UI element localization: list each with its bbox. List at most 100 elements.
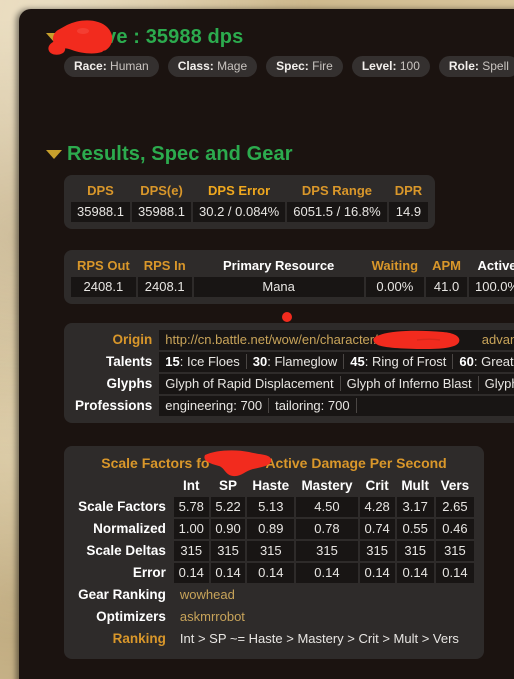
col-dps-e: DPS(e) — [140, 183, 183, 198]
cell-value: 5.78 — [173, 497, 209, 517]
col-mult: Mult — [401, 478, 430, 493]
table-row: 2408.1 2408.1 Mana 0.00% 41.0 100.0% 100… — [71, 277, 514, 297]
badge-spec[interactable]: Spec: Fire — [266, 56, 343, 77]
results-section-title: Results, Spec and Gear — [67, 143, 293, 165]
spec-and-gear-table: Origin http://cn.battle.net/wow/en/chara… — [64, 323, 514, 423]
value-ranking: Int > SP ~= Haste > Mastery > Crit > Mul… — [179, 631, 459, 646]
talent-tier: 15 — [165, 354, 180, 369]
cell-value: 0.90 — [210, 519, 246, 539]
val-rps-out: 2408.1 — [71, 277, 136, 297]
resource-summary-table: RPS Out RPS In Primary Resource Waiting … — [64, 250, 514, 304]
cell-value: 0.14 — [247, 563, 295, 583]
label-origin: Origin — [112, 332, 153, 347]
badge-level-key: Level: — [361, 59, 397, 73]
val-dps-error: 30.2 / 0.084% — [193, 202, 286, 222]
badge-level[interactable]: Level: 100 — [351, 56, 430, 77]
val-rps-in: 2408.1 — [137, 277, 192, 297]
cell-value: 4.28 — [359, 497, 395, 517]
val-dpr: 14.9 — [388, 202, 429, 222]
badge-class-key: Class: — [177, 59, 214, 73]
value-professions: engineering: 700 tailoring: 700 — [159, 396, 514, 416]
cell-value: 315 — [296, 541, 358, 561]
cell-value: 2.65 — [435, 497, 474, 517]
talent-item: 60: Greater I — [453, 354, 514, 369]
cell-value: 0.14 — [359, 563, 395, 583]
badge-class[interactable]: Class: Mage — [167, 56, 258, 77]
val-active: 100.0% — [468, 277, 514, 297]
cell-value: 3.17 — [396, 497, 434, 517]
talent-item: 30: Flameglow — [247, 354, 345, 369]
profession-item: tailoring: 700 — [269, 398, 357, 413]
results-section-header[interactable]: Results, Spec and Gear — [46, 143, 293, 166]
cell-value: 0.74 — [359, 519, 395, 539]
val-dps-range: 6051.5 / 16.8% — [287, 202, 387, 222]
label-professions: Professions — [75, 398, 153, 413]
table-header-row: DPS DPS(e) DPS Error DPS Range DPR — [71, 182, 428, 200]
cell-value: 1.00 — [173, 519, 209, 539]
profession-item-empty — [357, 398, 373, 413]
cell-value: 0.14 — [396, 563, 434, 583]
link-askmrrobot[interactable]: askmrrobot — [174, 607, 474, 627]
table-row-ranking: Ranking Int > SP ~= Haste > Mastery > Cr… — [74, 629, 474, 649]
active-section-title: Active : 35988 dps — [67, 26, 244, 48]
col-dpr: DPR — [394, 183, 423, 198]
dps-summary-table: DPS DPS(e) DPS Error DPS Range DPR 35988… — [64, 175, 436, 229]
origin-url-suffix: advanced — [481, 332, 514, 347]
corner-blank — [74, 478, 172, 495]
annotation-red-dot — [282, 312, 292, 322]
badge-spec-value: Fire — [312, 59, 333, 73]
talent-name: Ring of Frost — [372, 354, 447, 369]
cell-value: 315 — [396, 541, 434, 561]
talent-name: Flameglow — [274, 354, 338, 369]
col-waiting: Waiting — [371, 258, 419, 273]
value-talents: 15: Ice Floes 30: Flameglow 45: Ring of … — [159, 352, 514, 372]
col-int: Int — [183, 478, 200, 493]
cell-value: 0.14 — [435, 563, 474, 583]
label-scale-factors: Scale Factors — [78, 499, 166, 514]
table-row-optimizers: Optimizers askmrrobot — [74, 607, 474, 627]
val-dps: 35988.1 — [71, 202, 130, 222]
label-ranking: Ranking — [112, 631, 166, 646]
col-dps: DPS — [87, 183, 114, 198]
badge-race[interactable]: Race: Human — [64, 56, 159, 77]
link-wowhead[interactable]: wowhead — [174, 585, 474, 605]
active-section-header[interactable]: Active : 35988 dps — [46, 26, 243, 49]
val-apm: 41.0 — [426, 277, 467, 297]
scale-factors-panel: Scale Factors foXXXXXXActive Damage Per … — [64, 446, 484, 659]
glyph-item: Glyph of Inferno Blast — [341, 376, 479, 391]
label-normalized: Normalized — [93, 521, 166, 536]
talent-item: 15: Ice Floes — [159, 354, 247, 369]
talent-tier: 60 — [459, 354, 474, 369]
origin-url[interactable]: http://cn.battle.net/wow/en/character/XX… — [159, 332, 514, 347]
col-dps-range: DPS Range — [301, 183, 372, 198]
col-haste: Haste — [252, 478, 290, 493]
table-row-origin: Origin http://cn.battle.net/wow/en/chara… — [71, 330, 514, 350]
col-dps-error: DPS Error — [208, 183, 271, 198]
cell-value: 0.14 — [296, 563, 358, 583]
badge-race-key: Race: — [74, 59, 107, 73]
table-header-row: RPS Out RPS In Primary Resource Waiting … — [71, 257, 514, 275]
value-origin[interactable]: http://cn.battle.net/wow/en/character/XX… — [159, 330, 514, 350]
table-row-scale-factors: Scale Factors 5.78 5.22 5.13 4.50 4.28 3… — [74, 497, 474, 517]
col-vers: Vers — [440, 478, 470, 493]
talent-tier: 45 — [350, 354, 365, 369]
table-row-scale-deltas: Scale Deltas 315 315 315 315 315 315 315 — [74, 541, 474, 561]
col-apm: APM — [432, 258, 461, 273]
val-primary-resource: Mana — [193, 277, 364, 297]
scale-factors-title: Scale Factors foXXXXXXActive Damage Per … — [72, 452, 476, 476]
label-optimizers: Optimizers — [96, 609, 166, 624]
triangle-down-icon[interactable] — [46, 33, 62, 42]
badge-role-value: Spell — [482, 59, 509, 73]
table-row-normalized: Normalized 1.00 0.90 0.89 0.78 0.74 0.55… — [74, 519, 474, 539]
table-row-error: Error 0.14 0.14 0.14 0.14 0.14 0.14 0.14 — [74, 563, 474, 583]
val-waiting: 0.00% — [365, 277, 425, 297]
badge-role[interactable]: Role: Spell — [438, 56, 514, 77]
triangle-down-icon[interactable] — [46, 150, 62, 159]
badge-level-value: 100 — [399, 59, 420, 73]
glyph-item: Glyph of Rapid Displacement — [159, 376, 341, 391]
cell-value: 0.46 — [435, 519, 474, 539]
cell-value: 315 — [435, 541, 474, 561]
cell-value: 315 — [210, 541, 246, 561]
cell-value: 0.55 — [396, 519, 434, 539]
cell-value: 315 — [247, 541, 295, 561]
